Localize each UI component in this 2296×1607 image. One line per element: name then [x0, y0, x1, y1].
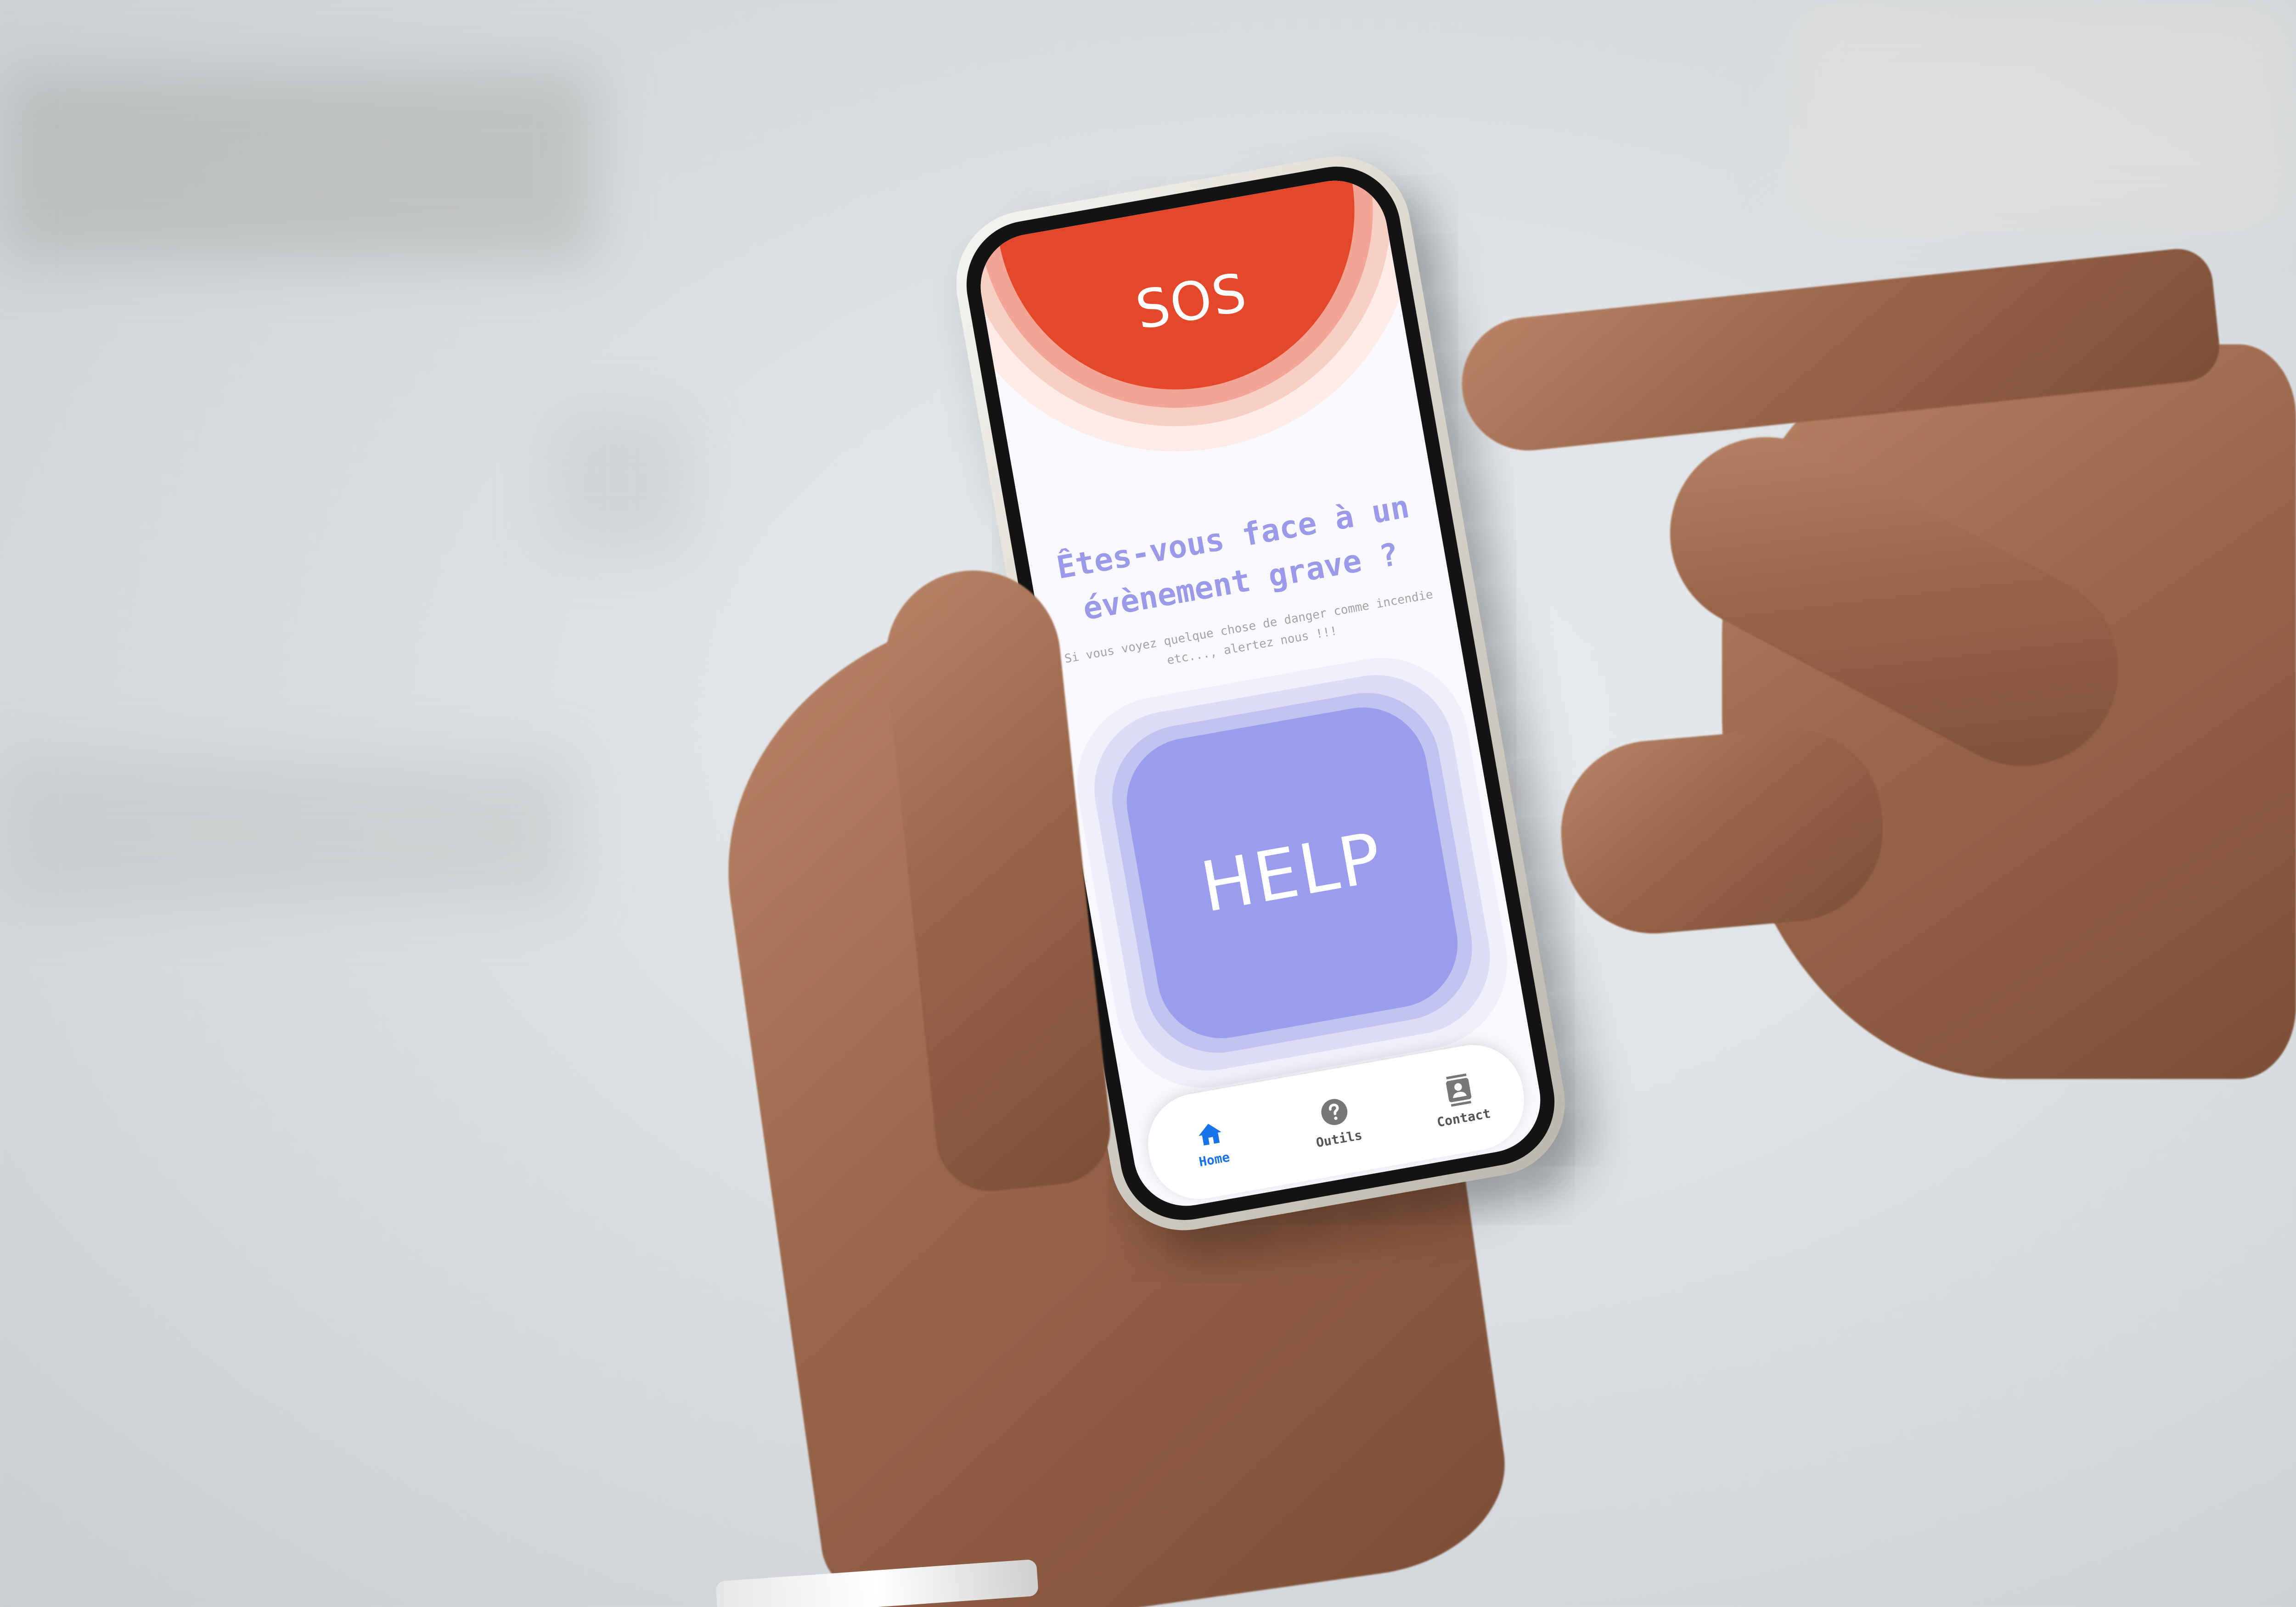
nav-label-contact: Contact — [1435, 1105, 1492, 1130]
sos-button[interactable]: SOS — [972, 172, 1383, 418]
background-blur — [0, 69, 597, 262]
help-ring-outer: HELP — [1063, 644, 1521, 1102]
background-blur — [1791, 0, 2296, 230]
background-blur — [0, 758, 574, 905]
nav-item-home[interactable]: Home — [1158, 1113, 1265, 1176]
sos-ring-outer: SOS — [972, 172, 1455, 490]
nav-item-contact[interactable]: Contact — [1407, 1066, 1515, 1134]
nav-label-outils: Outils — [1315, 1127, 1363, 1151]
help-circle-icon — [1318, 1096, 1351, 1129]
background-blur — [551, 413, 689, 551]
nav-item-outils[interactable]: Outils — [1282, 1089, 1390, 1155]
help-button[interactable]: HELP — [1116, 697, 1468, 1049]
home-icon — [1194, 1118, 1226, 1149]
nav-label-home: Home — [1198, 1149, 1231, 1169]
contact-book-icon — [1444, 1073, 1474, 1107]
